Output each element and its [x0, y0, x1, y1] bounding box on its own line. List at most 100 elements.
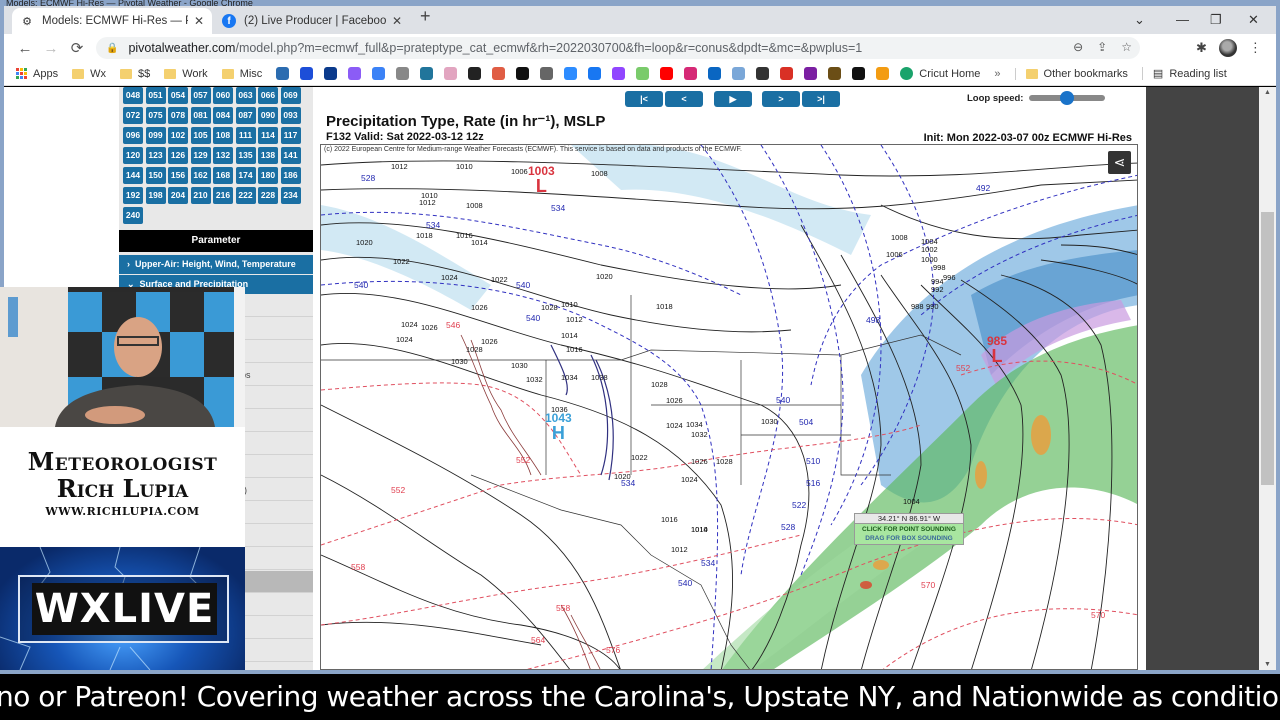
first-frame-button[interactable]: |<: [625, 91, 663, 107]
forecast-hour-button[interactable]: 162: [190, 167, 211, 184]
bookmark-favicon-icon[interactable]: [324, 67, 338, 80]
forecast-hour-button[interactable]: 198: [145, 187, 166, 204]
play-button[interactable]: ▶: [714, 91, 752, 107]
close-window-button[interactable]: ✕: [1248, 12, 1259, 28]
forecast-hour-button[interactable]: 168: [213, 167, 233, 184]
reading-list[interactable]: ▤ Reading list: [1141, 67, 1227, 80]
forecast-hour-button[interactable]: 060: [213, 87, 233, 104]
bookmark-favicon-icon[interactable]: [876, 67, 890, 80]
bookmark-favicon-icon[interactable]: [828, 67, 842, 80]
forecast-hour-button[interactable]: 144: [123, 167, 143, 184]
forecast-hour-button[interactable]: 054: [168, 87, 188, 104]
bookmark-favicon-icon[interactable]: [348, 67, 362, 80]
section-upper-air[interactable]: › Upper-Air: Height, Wind, Temperature: [119, 255, 313, 274]
bookmark-favicon-icon[interactable]: [588, 67, 602, 80]
forecast-hour-button[interactable]: 216: [213, 187, 233, 204]
chrome-menu-icon[interactable]: ⋮: [1249, 40, 1262, 56]
bookmark-folder-money[interactable]: $$: [119, 68, 150, 80]
forecast-hour-button[interactable]: 063: [235, 87, 256, 104]
forecast-hour-button[interactable]: 210: [190, 187, 211, 204]
scroll-thumb[interactable]: [1261, 212, 1274, 485]
forecast-hour-button[interactable]: 150: [145, 167, 166, 184]
forecast-hour-button[interactable]: 135: [235, 147, 256, 164]
bookmark-favicon-icon[interactable]: [804, 67, 818, 80]
sounding-tooltip[interactable]: 34.21° N 86.91° W CLICK FOR POINT SOUNDI…: [854, 513, 964, 545]
forecast-hour-button[interactable]: 084: [213, 107, 233, 124]
forecast-hour-button[interactable]: 105: [190, 127, 211, 144]
forecast-hour-button[interactable]: 228: [258, 187, 278, 204]
forecast-hour-button[interactable]: 132: [213, 147, 233, 164]
forecast-hour-button[interactable]: 204: [168, 187, 188, 204]
forecast-hour-button[interactable]: 051: [145, 87, 166, 104]
tab-pivotal-weather[interactable]: ⚙ Models: ECMWF Hi-Res — Pivotal ✕: [12, 8, 212, 34]
new-tab-button[interactable]: +: [420, 6, 431, 27]
bookmark-favicon-icon[interactable]: [492, 67, 506, 80]
page-scrollbar[interactable]: ▲ ▼: [1259, 87, 1276, 670]
bookmark-favicon-icon[interactable]: [276, 67, 290, 80]
last-frame-button[interactable]: >|: [802, 91, 840, 107]
forecast-hour-button[interactable]: 129: [190, 147, 211, 164]
reload-button[interactable]: ⟳: [64, 39, 90, 57]
forward-button[interactable]: →: [38, 40, 64, 57]
forecast-hour-button[interactable]: 234: [280, 187, 301, 204]
forecast-hour-button[interactable]: 126: [168, 147, 188, 164]
bookmark-favicon-icon[interactable]: [780, 67, 794, 80]
bookmark-cricut-home[interactable]: Cricut Home: [900, 67, 980, 80]
scroll-down-arrow[interactable]: ▼: [1259, 661, 1276, 668]
forecast-hour-button[interactable]: 186: [280, 167, 301, 184]
forecast-hour-button[interactable]: 141: [280, 147, 301, 164]
more-bookmarks-chevron[interactable]: »: [994, 68, 1000, 80]
bookmark-favicon-icon[interactable]: [444, 67, 458, 80]
bookmark-favicon-icon[interactable]: [540, 67, 554, 80]
bookmark-favicon-icon[interactable]: [468, 67, 482, 80]
other-bookmarks[interactable]: Other bookmarks: [1014, 67, 1128, 80]
share-icon[interactable]: ⋖: [1108, 151, 1131, 174]
bookmark-favicon-icon[interactable]: [660, 67, 674, 80]
bookmark-favicon-icon[interactable]: [396, 67, 410, 80]
bookmark-favicon-icon[interactable]: [420, 67, 434, 80]
forecast-hour-button[interactable]: 114: [258, 127, 278, 144]
scroll-up-arrow[interactable]: ▲: [1259, 89, 1276, 96]
tab-search-dropdown-icon[interactable]: ⌄: [1134, 12, 1145, 28]
forecast-hour-button[interactable]: 111: [235, 127, 256, 144]
bookmark-apps[interactable]: Apps: [16, 68, 58, 80]
forecast-hour-button[interactable]: 096: [123, 127, 143, 144]
tab-facebook-live-producer[interactable]: f (2) Live Producer | Facebook ✕: [214, 8, 410, 34]
bookmark-folder-work[interactable]: Work: [164, 68, 208, 80]
bookmark-favicon-icon[interactable]: [684, 67, 698, 80]
forecast-hour-button[interactable]: 093: [280, 107, 301, 124]
bookmark-folder-wx[interactable]: Wx: [72, 68, 106, 80]
maximize-button[interactable]: ❐: [1210, 12, 1222, 28]
bookmark-favicon-icon[interactable]: [852, 67, 866, 80]
forecast-hour-button[interactable]: 057: [190, 87, 211, 104]
close-tab-icon[interactable]: ✕: [392, 14, 402, 28]
previous-frame-button[interactable]: <: [665, 91, 703, 107]
weather-map[interactable]: (c) 2022 European Centre for Medium-rang…: [320, 144, 1138, 670]
forecast-hour-button[interactable]: 075: [145, 107, 166, 124]
forecast-hour-button[interactable]: 117: [280, 127, 301, 144]
close-tab-icon[interactable]: ✕: [194, 14, 204, 28]
minimize-button[interactable]: —: [1176, 12, 1189, 27]
forecast-hour-button[interactable]: 108: [213, 127, 233, 144]
forecast-hour-button[interactable]: 174: [235, 167, 256, 184]
bookmark-favicon-icon[interactable]: [708, 67, 722, 80]
bookmark-favicon-icon[interactable]: [516, 67, 530, 80]
forecast-hour-button[interactable]: 099: [145, 127, 166, 144]
address-bar[interactable]: 🔒 pivotalweather.com/model.php?m=ecmwf_f…: [96, 37, 1140, 59]
forecast-hour-button[interactable]: 180: [258, 167, 278, 184]
forecast-hour-button[interactable]: 069: [280, 87, 301, 104]
forecast-hour-button[interactable]: 123: [145, 147, 166, 164]
forecast-hour-button[interactable]: 138: [258, 147, 278, 164]
forecast-hour-button[interactable]: 048: [123, 87, 143, 104]
bookmark-favicon-icon[interactable]: [732, 67, 746, 80]
loop-speed-slider[interactable]: [1029, 91, 1105, 105]
forecast-hour-button[interactable]: 078: [168, 107, 188, 124]
extensions-puzzle-icon[interactable]: ✱: [1196, 40, 1207, 56]
share-page-icon[interactable]: ⇪: [1097, 40, 1107, 54]
forecast-hour-button[interactable]: 192: [123, 187, 143, 204]
forecast-hour-button[interactable]: 222: [235, 187, 256, 204]
forecast-hour-button[interactable]: 240: [123, 207, 143, 224]
forecast-hour-button[interactable]: 156: [168, 167, 188, 184]
forecast-hour-button[interactable]: 081: [190, 107, 211, 124]
forecast-hour-button[interactable]: 090: [258, 107, 278, 124]
